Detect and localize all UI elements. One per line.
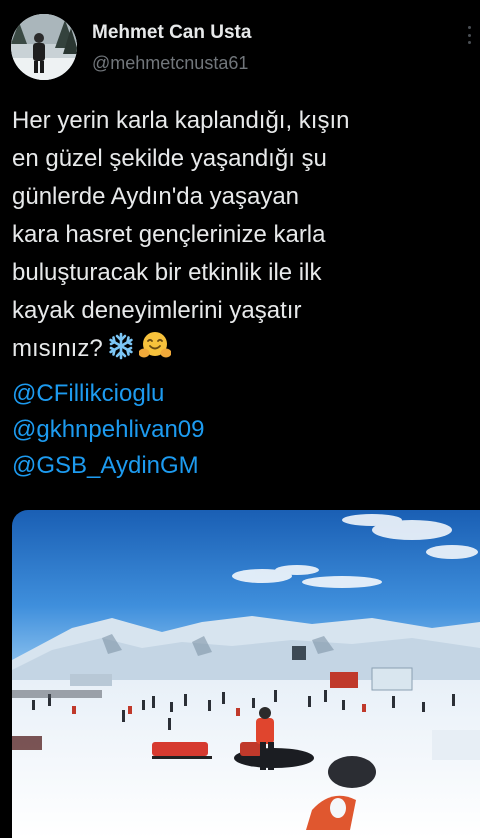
- snowflake-emoji: [107, 332, 135, 372]
- ski-resort-photo: [12, 510, 480, 838]
- tweet-text: Her yerin karla kaplandığı, kışın en güz…: [12, 102, 472, 372]
- mentions: @CFillikcioglu @gkhnpehlivan09 @GSB_Aydi…: [12, 376, 205, 484]
- more-dot: [467, 33, 471, 37]
- avatar[interactable]: [11, 14, 77, 80]
- tweet-text-line: buluşturacak bir etkinlik ile ilk: [12, 259, 322, 286]
- mention-link[interactable]: @CFillikcioglu: [12, 376, 205, 412]
- mention-link[interactable]: @gkhnpehlivan09: [12, 412, 205, 448]
- tweet-text-line: Her yerin karla kaplandığı, kışın: [12, 107, 350, 134]
- hugging-face-emoji: [138, 330, 172, 372]
- mention-link[interactable]: @GSB_AydinGM: [12, 448, 205, 484]
- avatar-photo: [11, 14, 77, 80]
- more-dot: [467, 41, 471, 44]
- author-name[interactable]: Mehmet Can Usta: [92, 22, 251, 44]
- more-dot: [467, 26, 471, 29]
- more-options-icon[interactable]: [466, 26, 472, 44]
- tweet-text-last-line: mısınız?: [12, 330, 472, 372]
- tweet-text-line: günlerde Aydın'da yaşayan: [12, 183, 300, 210]
- tweet-header: Mehmet Can Usta @mehmetcnusta61: [0, 0, 480, 90]
- tweet-photo[interactable]: [12, 510, 480, 838]
- tweet-text-line: mısınız?: [12, 335, 103, 362]
- author-handle[interactable]: @mehmetcnusta61: [92, 53, 248, 74]
- tweet-text-line: kara hasret gençlerinize karla: [12, 221, 326, 248]
- tweet-text-line: kayak deneyimlerini yaşatır: [12, 297, 302, 324]
- tweet-text-line: en güzel şekilde yaşandığı şu: [12, 145, 327, 172]
